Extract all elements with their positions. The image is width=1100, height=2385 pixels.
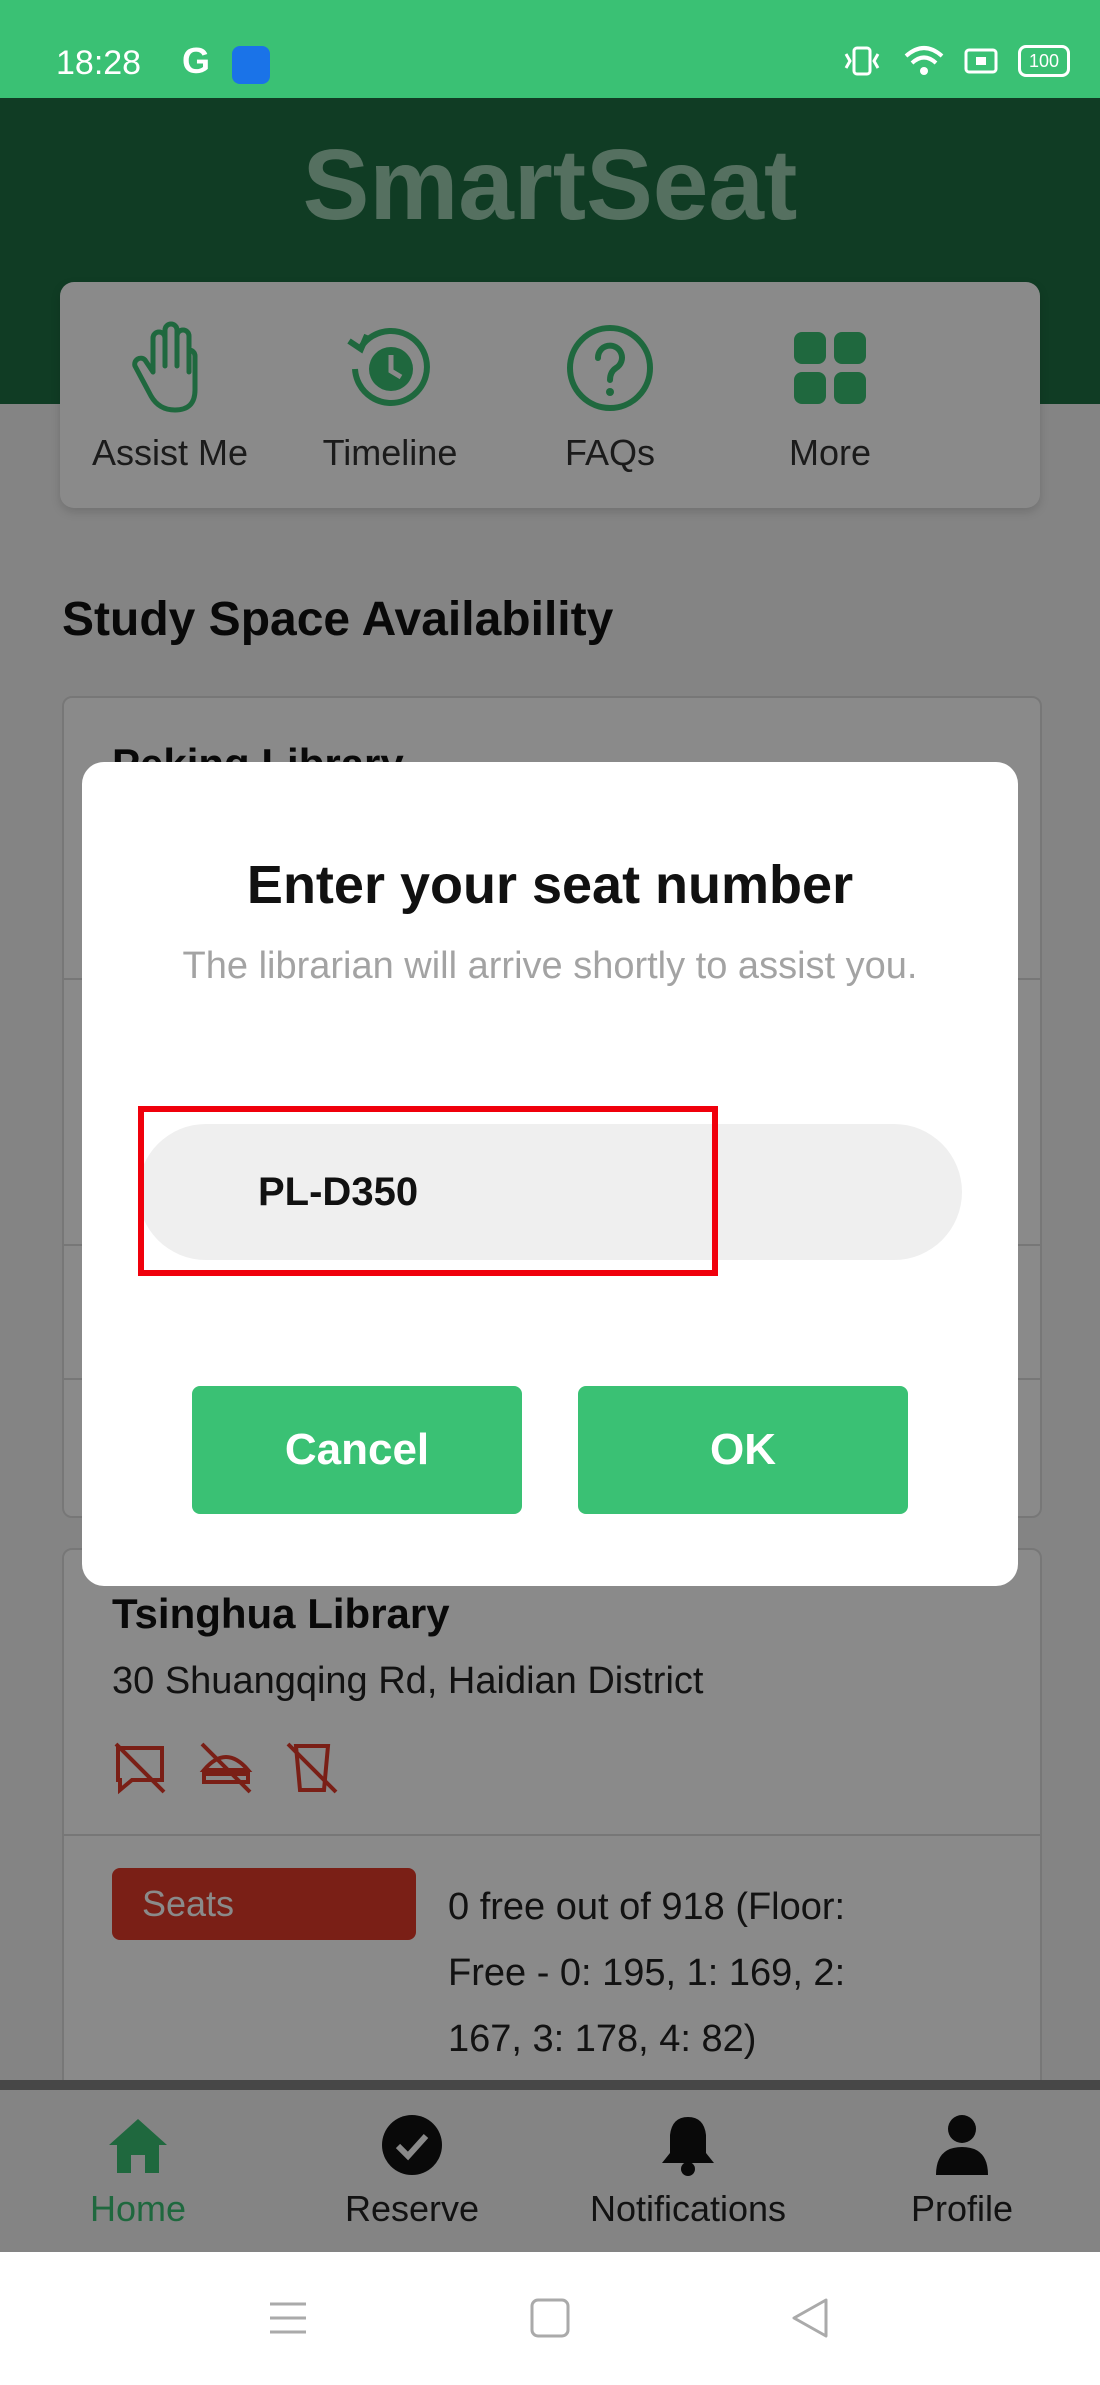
ok-button[interactable]: OK [578,1386,908,1514]
home-square-icon[interactable] [528,2296,572,2340]
google-icon: G [182,40,211,81]
dialog-message: The librarian will arrive shortly to ass… [182,945,918,987]
battery-level: 100 [1028,51,1060,71]
app-notification-icon [232,46,270,84]
system-nav-bar [0,2252,1100,2385]
modal-backdrop-nav [0,2080,1100,2252]
dialog-title: Enter your seat number [246,855,854,915]
wifi-icon [904,46,944,75]
cancel-button[interactable]: Cancel [192,1386,522,1514]
battery-icon: 100 [1018,45,1070,77]
seat-number-dialog: Enter your seat number The librarian wil… [82,762,1018,1586]
screen-icon [964,48,998,74]
status-icons: 100 [840,44,1070,78]
status-bar: 18:28 G 100 [0,0,1100,98]
menu-icon[interactable] [266,2296,310,2340]
vibrate-icon [844,46,880,76]
back-triangle-icon[interactable] [788,2296,832,2340]
seat-number-input[interactable] [138,1124,962,1260]
status-time: 18:28 [56,44,142,82]
